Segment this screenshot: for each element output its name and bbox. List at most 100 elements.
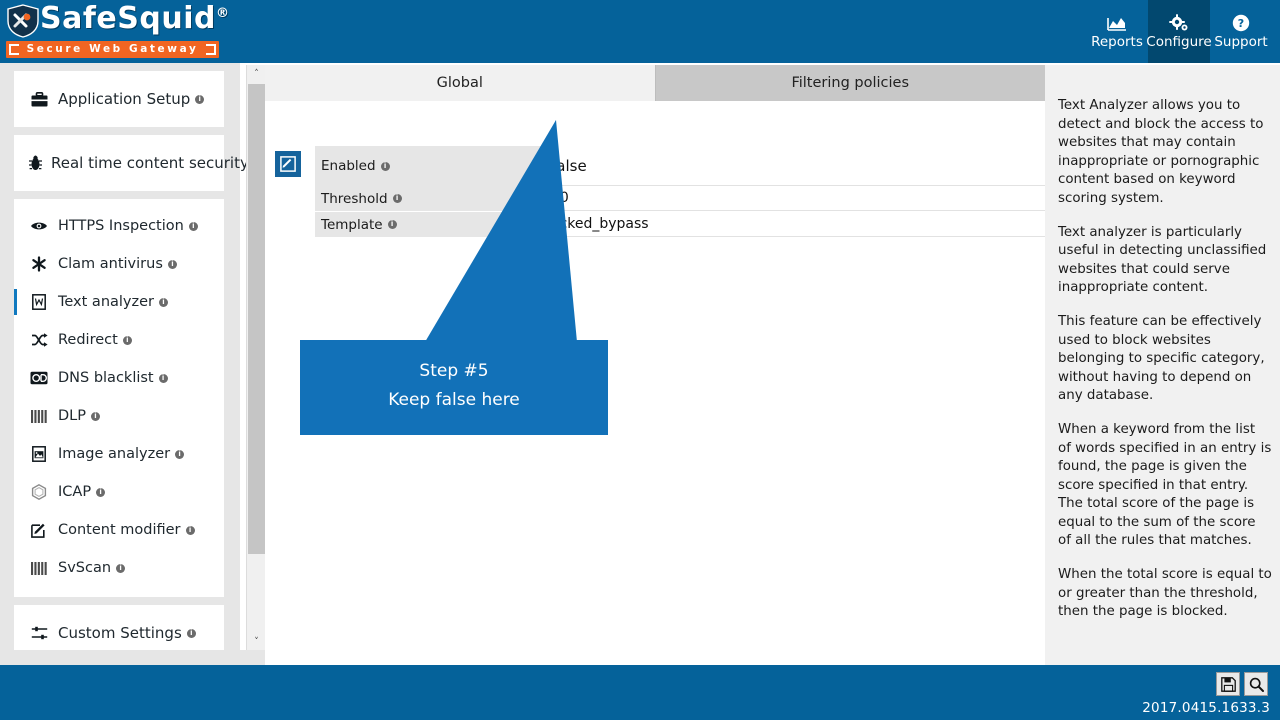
info-icon[interactable]: i: [380, 161, 390, 171]
app-root: SafeSquid® Secure Web Gateway Reports Co…: [0, 0, 1280, 720]
edit-icon: [28, 522, 50, 538]
info-icon[interactable]: i: [122, 335, 132, 345]
help-paragraph: This feature can be effectively used to …: [1058, 313, 1265, 404]
sidebar-bottom-strip: [0, 650, 265, 665]
field-label-enabled: Enabled i: [315, 146, 543, 186]
sidebar-label: Text analyzer: [58, 294, 154, 310]
info-icon[interactable]: i: [175, 449, 185, 459]
sidebar-label: Redirect: [58, 332, 118, 348]
nav-reports[interactable]: Reports: [1086, 0, 1148, 63]
save-icon: [1220, 676, 1236, 692]
info-icon[interactable]: i: [392, 194, 402, 203]
scroll-up-arrow-icon[interactable]: ˄: [247, 65, 266, 82]
bug-icon: [28, 155, 43, 171]
field-value-enabled[interactable]: false: [543, 146, 1045, 186]
field-label-text: Threshold: [321, 190, 388, 207]
field-row-enabled: Enabled i false: [315, 146, 1045, 186]
field-label-text: Template: [321, 216, 383, 233]
field-value-template[interactable]: ocked_bypass: [543, 212, 1045, 237]
sidebar-group-application: Application Setup i: [14, 71, 224, 127]
eye-icon: [28, 220, 50, 232]
search-button[interactable]: [1244, 672, 1268, 696]
sidebar-label: DLP: [58, 408, 86, 424]
tab-bar: Global Filtering policies: [265, 65, 1045, 101]
help-paragraph: When a keyword from the list of words sp…: [1058, 421, 1272, 549]
field-label-text: Enabled: [321, 158, 376, 174]
sidebar-item-dlp[interactable]: DLP i: [14, 397, 224, 435]
question-icon: ?: [1232, 13, 1250, 33]
sidebar-item-real-time-content-security[interactable]: Real time content security i: [14, 135, 257, 191]
info-icon[interactable]: i: [116, 563, 126, 573]
nav-support-label: Support: [1214, 34, 1268, 50]
logo-tagline: Secure Web Gateway: [26, 43, 199, 55]
content-scrollbar[interactable]: ˄ ˅: [246, 65, 266, 650]
bracket-right-icon: [206, 44, 216, 55]
sidebar-item-https-inspection[interactable]: HTTPS Inspection i: [14, 207, 224, 245]
sidebar-label: Application Setup: [58, 90, 191, 108]
help-paragraph: Text Analyzer allows you to detect and b…: [1058, 98, 1264, 206]
tab-global[interactable]: Global: [265, 65, 655, 101]
info-icon[interactable]: i: [96, 487, 106, 497]
svg-text:?: ?: [1238, 17, 1244, 30]
app-footer: 2017.0415.1633.3: [0, 665, 1280, 720]
field-row-template: Template i ocked_bypass: [315, 212, 1045, 237]
settings-form: Enabled i false Threshold i 00 Template: [265, 101, 1045, 237]
field-rows: Enabled i false Threshold i 00 Template: [315, 146, 1045, 238]
help-paragraph: Text analyzer is particularly useful in …: [1058, 224, 1267, 296]
sidebar-item-svscan[interactable]: SvScan i: [14, 549, 224, 587]
field-row-threshold: Threshold i 00: [315, 186, 1045, 211]
info-icon[interactable]: i: [91, 411, 100, 421]
save-button[interactable]: [1216, 672, 1240, 696]
sidebar-label: Real time content security: [51, 154, 249, 172]
dns-icon: [28, 371, 50, 385]
chart-icon: [1107, 13, 1127, 33]
shuffle-icon: [28, 333, 50, 347]
sidebar-item-content-modifier[interactable]: Content modifier i: [14, 511, 224, 549]
asterisk-icon: [28, 256, 50, 272]
scrollbar-thumb[interactable]: [248, 84, 265, 554]
sidebar-label: DNS blacklist: [58, 370, 154, 386]
sliders-icon: [28, 626, 50, 640]
sidebar-item-redirect[interactable]: Redirect i: [14, 321, 224, 359]
info-icon[interactable]: i: [195, 94, 205, 104]
sidebar-item-text-analyzer[interactable]: Text analyzer i: [14, 283, 224, 321]
footer-buttons: [1216, 672, 1268, 696]
scroll-down-arrow-icon[interactable]: ˅: [247, 633, 266, 650]
field-label-template: Template i: [315, 212, 543, 237]
sidebar-label: Custom Settings: [58, 624, 182, 642]
registered-mark: ®: [215, 6, 230, 21]
sidebar-item-icap[interactable]: ICAP i: [14, 473, 224, 511]
logo-wordmark: SafeSquid®: [40, 1, 229, 36]
nav-configure[interactable]: Configure: [1146, 0, 1212, 63]
info-icon[interactable]: i: [387, 220, 397, 229]
edit-row-button[interactable]: [275, 151, 301, 177]
sidebar-item-application-setup[interactable]: Application Setup i: [14, 71, 224, 127]
info-icon[interactable]: i: [188, 221, 198, 231]
bracket-left-icon: [9, 44, 19, 55]
top-navigation: Reports Configure ? Support: [1086, 0, 1280, 63]
image-icon: [28, 446, 50, 462]
info-icon[interactable]: i: [186, 628, 196, 638]
briefcase-icon: [28, 91, 50, 107]
field-value-threshold[interactable]: 00: [543, 186, 1045, 211]
shield-logo-icon: [7, 4, 39, 38]
info-icon[interactable]: i: [158, 373, 168, 383]
logo-tagline-bar: Secure Web Gateway: [6, 41, 219, 58]
sidebar-item-dns-blacklist[interactable]: DNS blacklist i: [14, 359, 224, 397]
info-icon[interactable]: i: [185, 525, 195, 535]
help-paragraph: When the total score is equal to or grea…: [1058, 567, 1272, 620]
gear-icon: [1169, 13, 1189, 33]
info-icon[interactable]: i: [159, 297, 168, 307]
version-label: 2017.0415.1633.3: [1142, 700, 1270, 716]
nav-configure-label: Configure: [1146, 34, 1212, 50]
nav-support[interactable]: ? Support: [1210, 0, 1272, 63]
search-icon: [1249, 677, 1264, 692]
sidebar-item-image-analyzer[interactable]: Image analyzer i: [14, 435, 224, 473]
bars-icon: [28, 409, 50, 423]
info-icon[interactable]: i: [167, 259, 177, 269]
sidebar-group-modules: HTTPS Inspection i Clam antivirus i Text…: [14, 199, 224, 597]
sidebar-label: SvScan: [58, 560, 112, 576]
main-content: Global Filtering policies Enabled i fals…: [265, 65, 1045, 665]
tab-filtering-policies[interactable]: Filtering policies: [654, 65, 1045, 101]
sidebar-item-clam-antivirus[interactable]: Clam antivirus i: [14, 245, 224, 283]
